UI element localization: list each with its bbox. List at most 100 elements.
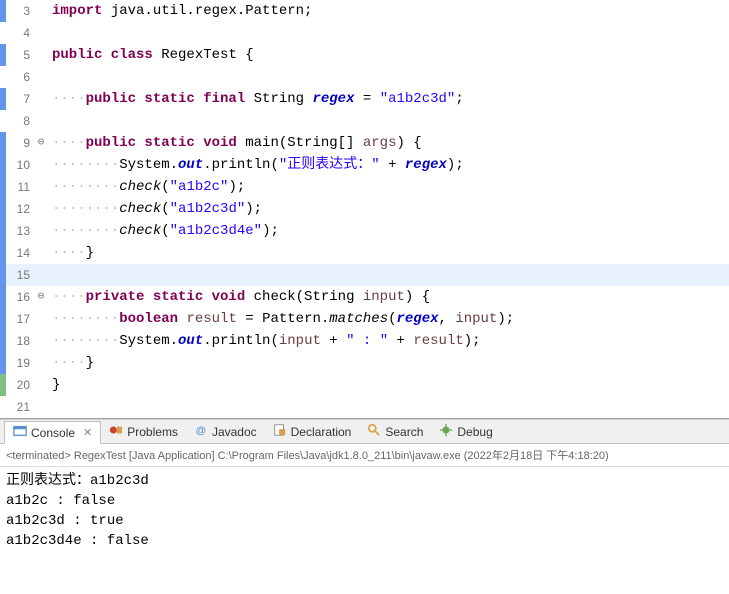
- fold-toggle-icon: [34, 110, 48, 132]
- search-icon: [367, 423, 381, 440]
- code-text[interactable]: [48, 22, 52, 44]
- code-text[interactable]: public class RegexTest {: [48, 44, 254, 66]
- debug-icon: [439, 423, 453, 440]
- line-number: 11: [6, 176, 34, 198]
- console-process-header: <terminated> RegexTest [Java Application…: [0, 444, 729, 467]
- code-text[interactable]: ········check("a1b2c3d");: [48, 198, 262, 220]
- code-line[interactable]: 18 ········System.out.println(input + " :…: [0, 330, 729, 352]
- fold-toggle-icon: [34, 220, 48, 242]
- code-line[interactable]: 10 ········System.out.println("正则表达式：" + …: [0, 154, 729, 176]
- close-icon[interactable]: ✕: [79, 426, 92, 439]
- fold-toggle-icon: [34, 154, 48, 176]
- fold-toggle-icon: [34, 66, 48, 88]
- code-line[interactable]: 21: [0, 396, 729, 418]
- code-editor[interactable]: 3import java.util.regex.Pattern;45 public…: [0, 0, 729, 418]
- code-text[interactable]: ········boolean result = Pattern.matches…: [48, 308, 514, 330]
- code-text[interactable]: ········check("a1b2c");: [48, 176, 245, 198]
- tab-problems[interactable]: Problems: [101, 421, 186, 442]
- line-number: 10: [6, 154, 34, 176]
- line-number: 6: [6, 66, 34, 88]
- code-line[interactable]: 12 ········check("a1b2c3d");: [0, 198, 729, 220]
- code-line[interactable]: 3import java.util.regex.Pattern;: [0, 0, 729, 22]
- fold-toggle-icon: [34, 88, 48, 110]
- fold-toggle-icon: [34, 198, 48, 220]
- line-number: 13: [6, 220, 34, 242]
- console-line: a1b2c3d4e : false: [6, 531, 723, 551]
- code-text[interactable]: ····private static void check(String inp…: [48, 286, 430, 308]
- fold-toggle-icon: [34, 242, 48, 264]
- tab-declaration[interactable]: Declaration: [265, 421, 360, 442]
- tab-label: Debug: [457, 425, 492, 439]
- code-text[interactable]: [48, 110, 52, 132]
- code-line[interactable]: 13 ········check("a1b2c3d4e");: [0, 220, 729, 242]
- line-number: 7: [6, 88, 34, 110]
- line-number: 20: [6, 374, 34, 396]
- code-line[interactable]: 16⊖····private static void check(String …: [0, 286, 729, 308]
- tab-label: Declaration: [291, 425, 352, 439]
- code-text[interactable]: ····}: [48, 242, 94, 264]
- code-line[interactable]: 20}: [0, 374, 729, 396]
- code-text[interactable]: [48, 396, 52, 418]
- tab-label: Search: [385, 425, 423, 439]
- fold-toggle-icon: [34, 374, 48, 396]
- console-icon: [13, 424, 27, 441]
- code-text[interactable]: ········System.out.println("正则表达式：" + re…: [48, 154, 464, 176]
- line-number: 4: [6, 22, 34, 44]
- console-output[interactable]: 正则表达式：a1b2c3da1b2c : falsea1b2c3d : true…: [0, 467, 729, 555]
- code-line[interactable]: 6: [0, 66, 729, 88]
- tab-debug[interactable]: Debug: [431, 421, 500, 442]
- tab-javadoc[interactable]: @ Javadoc: [186, 421, 265, 442]
- svg-text:@: @: [196, 425, 206, 437]
- code-line[interactable]: 14 ····}: [0, 242, 729, 264]
- console-line: 正则表达式：a1b2c3d: [6, 471, 723, 491]
- line-number: 21: [6, 396, 34, 418]
- code-line[interactable]: 9⊖····public static void main(String[] a…: [0, 132, 729, 154]
- tab-label: Javadoc: [212, 425, 257, 439]
- line-number: 15: [6, 264, 34, 286]
- code-text[interactable]: [48, 66, 52, 88]
- fold-toggle-icon[interactable]: ⊖: [34, 286, 48, 308]
- code-line[interactable]: 11 ········check("a1b2c");: [0, 176, 729, 198]
- code-text[interactable]: ····}: [48, 352, 94, 374]
- code-text[interactable]: ········check("a1b2c3d4e");: [48, 220, 279, 242]
- tab-search[interactable]: Search: [359, 421, 431, 442]
- console-line: a1b2c : false: [6, 491, 723, 511]
- line-number: 8: [6, 110, 34, 132]
- code-text[interactable]: ····public static final String regex = "…: [48, 88, 464, 110]
- fold-toggle-icon: [34, 308, 48, 330]
- problems-icon: [109, 423, 123, 440]
- tab-console[interactable]: Console ✕: [4, 421, 101, 444]
- fold-toggle-icon[interactable]: ⊖: [34, 132, 48, 154]
- code-line[interactable]: 15: [0, 264, 729, 286]
- code-text[interactable]: ····public static void main(String[] arg…: [48, 132, 422, 154]
- fold-toggle-icon: [34, 396, 48, 418]
- line-number: 14: [6, 242, 34, 264]
- code-text[interactable]: ········System.out.println(input + " : "…: [48, 330, 481, 352]
- tab-label: Console: [31, 426, 75, 440]
- fold-toggle-icon: [34, 352, 48, 374]
- line-number: 18: [6, 330, 34, 352]
- code-line[interactable]: 17 ········boolean result = Pattern.match…: [0, 308, 729, 330]
- line-number: 9: [6, 132, 34, 154]
- line-number: 12: [6, 198, 34, 220]
- tab-label: Problems: [127, 425, 178, 439]
- fold-toggle-icon: [34, 44, 48, 66]
- code-text[interactable]: [48, 264, 52, 286]
- line-number: 16: [6, 286, 34, 308]
- javadoc-icon: @: [194, 423, 208, 440]
- code-line[interactable]: 5 public class RegexTest {: [0, 44, 729, 66]
- code-line[interactable]: 8: [0, 110, 729, 132]
- fold-toggle-icon: [34, 176, 48, 198]
- fold-toggle-icon: [34, 330, 48, 352]
- console-line: a1b2c3d : true: [6, 511, 723, 531]
- code-line[interactable]: 19····}: [0, 352, 729, 374]
- fold-toggle-icon: [34, 0, 48, 22]
- code-line[interactable]: 7 ····public static final String regex = …: [0, 88, 729, 110]
- code-text[interactable]: import java.util.regex.Pattern;: [48, 0, 312, 22]
- fold-toggle-icon: [34, 264, 48, 286]
- line-number: 17: [6, 308, 34, 330]
- code-text[interactable]: }: [48, 374, 60, 396]
- code-line[interactable]: 4: [0, 22, 729, 44]
- line-number: 5: [6, 44, 34, 66]
- fold-toggle-icon: [34, 22, 48, 44]
